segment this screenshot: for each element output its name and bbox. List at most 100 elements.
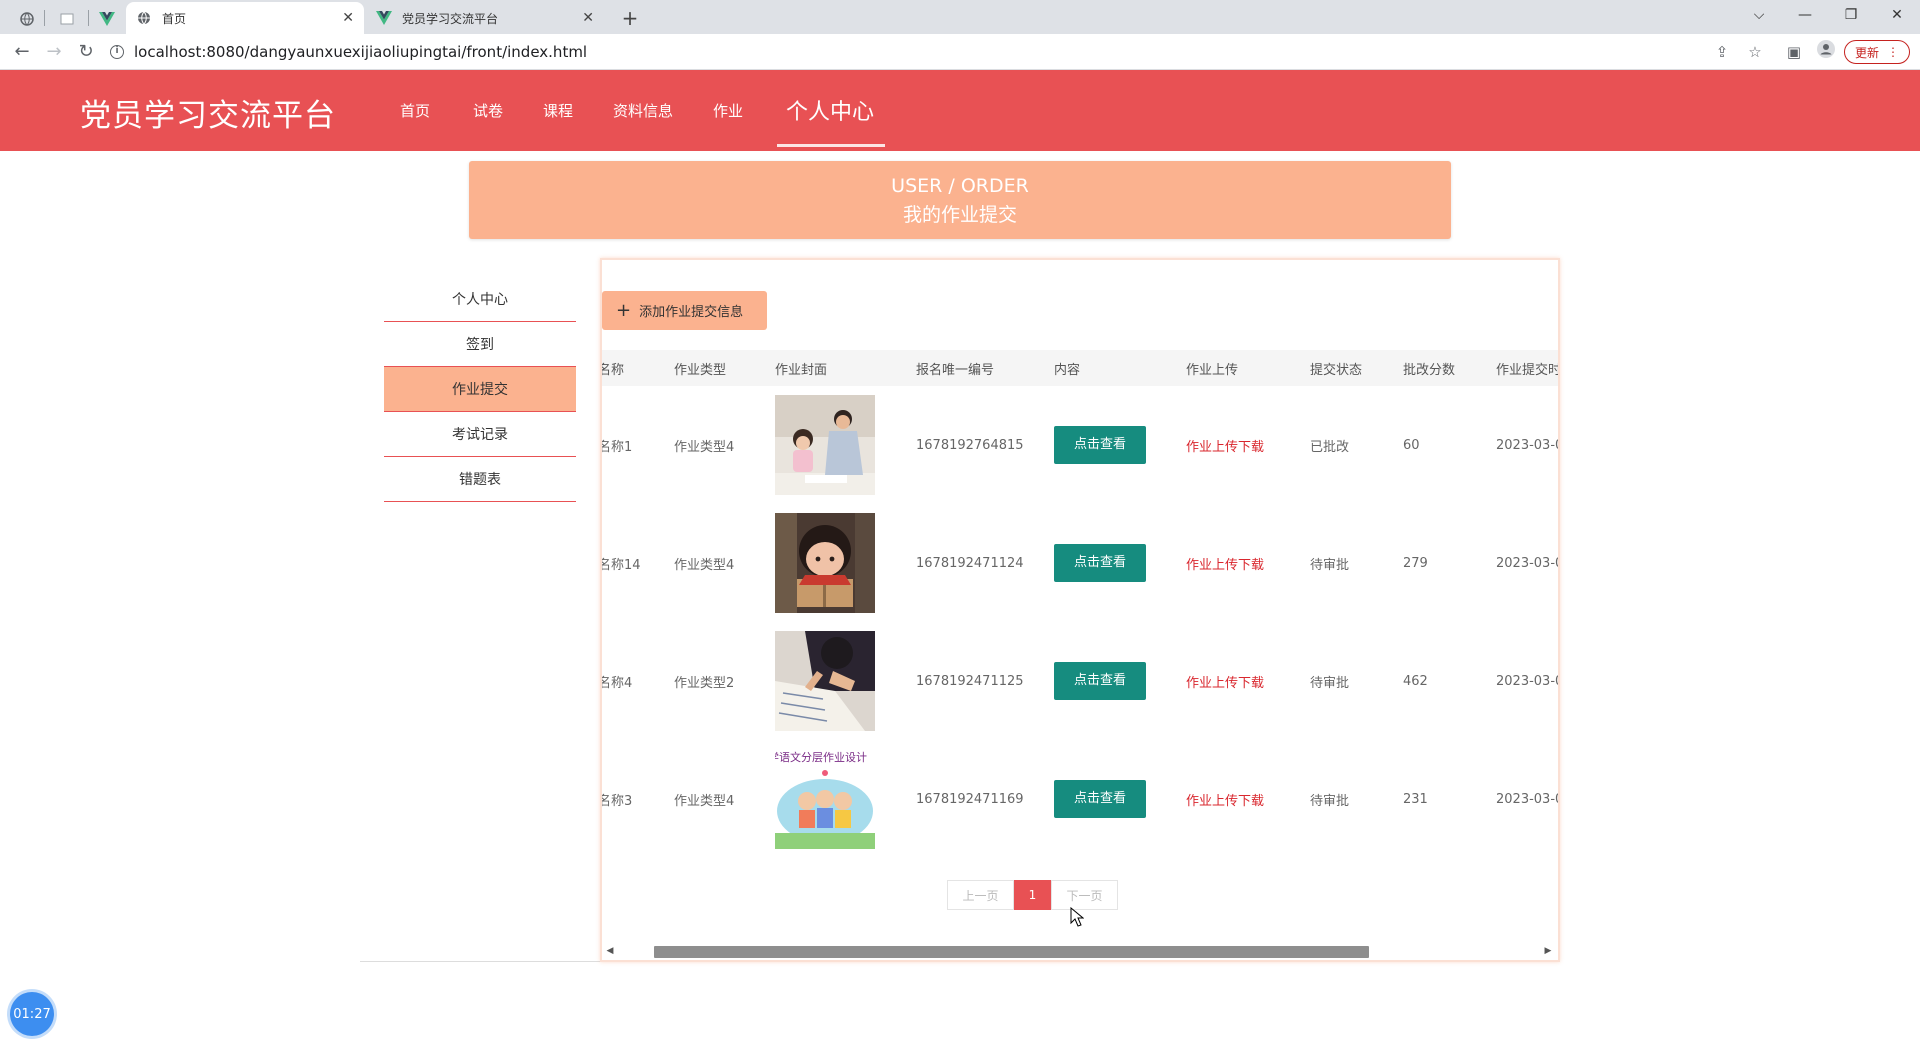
minimize-button[interactable]: — [1782,0,1828,30]
nav-materials[interactable]: 资料信息 [613,100,673,121]
current-page-button[interactable]: 1 [1014,880,1051,910]
homework-cover [765,622,906,740]
more-menu-icon: ⋮ [1887,45,1899,59]
side-panel-icon[interactable]: ▣ [1782,40,1806,64]
update-button[interactable]: 更新 ⋮ [1844,40,1910,64]
column-header: 提交状态 [1310,362,1363,378]
column-header: 作业提交时间 [1496,362,1558,378]
site-header: 党员学习交流平台 首页 试卷 课程 资料信息 作业 个人中心 [0,70,1920,151]
upload-download-link[interactable]: 作业上传下载 [1186,676,1264,691]
share-icon[interactable]: ⇪ [1710,40,1734,64]
mouse-cursor-icon [1070,907,1084,927]
table-row: 作业名称4 作业类型2 1678192471125 [602,622,1558,740]
submission-time: 2023-03-07 [1496,791,1558,807]
update-label: 更新 [1854,45,1879,60]
table-viewport: 作业名称 作业类型 作业封面 报名唯一编号 内容 作业上传 提交状态 批改分数 … [602,350,1558,850]
homework-type: 作业类型4 [674,793,735,809]
grading-score: 231 [1403,791,1428,807]
side-item-wrong-questions[interactable]: 错题表 [384,457,576,502]
tab-home[interactable]: 首页 ✕ [126,2,364,34]
side-item-personal-center[interactable]: 个人中心 [384,277,576,322]
nav-active-underline [777,144,885,147]
homework-name: 作业名称14 [602,557,641,573]
submission-status: 待审批 [1310,557,1350,573]
registration-code: 1678192471124 [916,555,1024,571]
page-banner: USER / ORDER 我的作业提交 [469,161,1451,239]
close-window-button[interactable]: ✕ [1874,0,1920,30]
table-row: 作业名称3 作业类型4 小学语文分层作业设计 [602,740,1558,850]
new-tab-button[interactable]: + [616,4,644,32]
upload-download-link[interactable]: 作业上传下载 [1186,558,1264,573]
nav-home[interactable]: 首页 [400,100,430,121]
homework-type: 作业类型4 [674,557,735,573]
pinned-tab-vue-icon[interactable] [92,4,122,34]
view-content-button[interactable]: 点击查看 [1054,544,1146,582]
submission-table: 作业名称 作业类型 作业封面 报名唯一编号 内容 作业上传 提交状态 批改分数 … [602,350,1558,850]
scroll-left-arrow-icon[interactable]: ◀ [602,942,618,960]
submission-status: 待审批 [1310,675,1350,691]
view-content-button[interactable]: 点击查看 [1054,426,1146,464]
cover-poster-text: 小学语文分层作业设计 [775,750,867,764]
cover-image-child-writing-homework [775,631,875,731]
cover-image-cartoon-kids-poster: 小学语文分层作业设计 [775,749,875,849]
tab-title: 党员学习交流平台 [402,11,499,26]
homework-type: 作业类型2 [674,675,735,691]
reload-icon[interactable]: ↻ [72,38,100,66]
pinned-tab-globe-icon[interactable] [12,4,42,34]
side-menu: 个人中心 签到 作业提交 考试记录 错题表 [360,258,600,962]
upload-download-link[interactable]: 作业上传下载 [1186,440,1264,455]
horizontal-scrollbar[interactable]: ◀ ▶ [602,942,1558,960]
submission-time: 2023-03-07 [1496,555,1558,571]
pinned-tab-blank-icon[interactable] [52,4,82,34]
column-header: 作业名称 [602,362,625,378]
scroll-right-arrow-icon[interactable]: ▶ [1540,942,1556,960]
restore-button[interactable]: ❐ [1828,0,1874,30]
nav-exam-papers[interactable]: 试卷 [473,100,503,121]
content-panel: + 添加作业提交信息 作业名称 作业类型 作业封面 报名唯一编号 内容 作业上传… [600,258,1560,962]
scrollbar-thumb[interactable] [654,946,1369,958]
homework-cover: 小学语文分层作业设计 [765,740,906,850]
url-text: localhost:8080/dangyaunxuexijiaoliupingt… [134,43,588,61]
recording-timer: 01:27 [10,992,54,1036]
side-item-sign-in[interactable]: 签到 [384,322,576,367]
table-row: 作业名称1 作业类型4 [602,386,1558,504]
url-field[interactable]: i localhost:8080/dangyaunxuexijiaoliupin… [110,38,1410,66]
site-brand[interactable]: 党员学习交流平台 [80,90,336,135]
add-submission-button[interactable]: + 添加作业提交信息 [602,291,767,330]
profile-avatar-icon[interactable] [1814,40,1838,64]
side-item-homework-submission[interactable]: 作业提交 [384,367,576,412]
grading-score: 462 [1403,673,1428,689]
pagination: 上一页 1 下一页 [947,880,1118,910]
cover-image-teacher-helping-child [775,395,875,495]
submission-time: 2023-03-07 [1496,673,1558,689]
column-header: 批改分数 [1403,362,1456,378]
column-header: 内容 [1054,362,1081,378]
upload-download-link[interactable]: 作业上传下载 [1186,794,1264,809]
grading-score: 279 [1403,555,1428,571]
tab-platform[interactable]: 党员学习交流平台 ✕ [366,2,604,34]
back-arrow-icon[interactable]: ← [8,38,36,66]
next-page-button[interactable]: 下一页 [1051,880,1118,910]
homework-name: 作业名称1 [602,439,633,455]
view-content-button[interactable]: 点击查看 [1054,780,1146,818]
homework-name: 作业名称3 [602,793,633,809]
homework-cover [765,504,906,622]
nav-homework[interactable]: 作业 [713,100,743,121]
site-info-icon[interactable]: i [110,45,124,59]
bookmark-star-icon[interactable]: ☆ [1743,40,1767,64]
close-tab-icon[interactable]: ✕ [342,10,354,26]
nav-personal-center[interactable]: 个人中心 [786,94,874,126]
close-tab-icon[interactable]: ✕ [582,10,594,26]
side-item-exam-records[interactable]: 考试记录 [384,412,576,457]
banner-subtitle: USER / ORDER [891,175,1029,197]
address-toolbar: ← → ↻ i localhost:8080/dangyaunxuexijiao… [0,34,1920,70]
nav-courses[interactable]: 课程 [543,100,573,121]
view-content-button[interactable]: 点击查看 [1054,662,1146,700]
plus-icon: + [616,299,632,321]
submission-status: 待审批 [1310,793,1350,809]
tab-search-chevron-icon[interactable]: ⌵ [1736,0,1782,30]
prev-page-button[interactable]: 上一页 [947,880,1014,910]
vue-icon [376,10,392,26]
forward-arrow-icon[interactable]: → [40,38,68,66]
tab-title: 首页 [162,11,187,26]
